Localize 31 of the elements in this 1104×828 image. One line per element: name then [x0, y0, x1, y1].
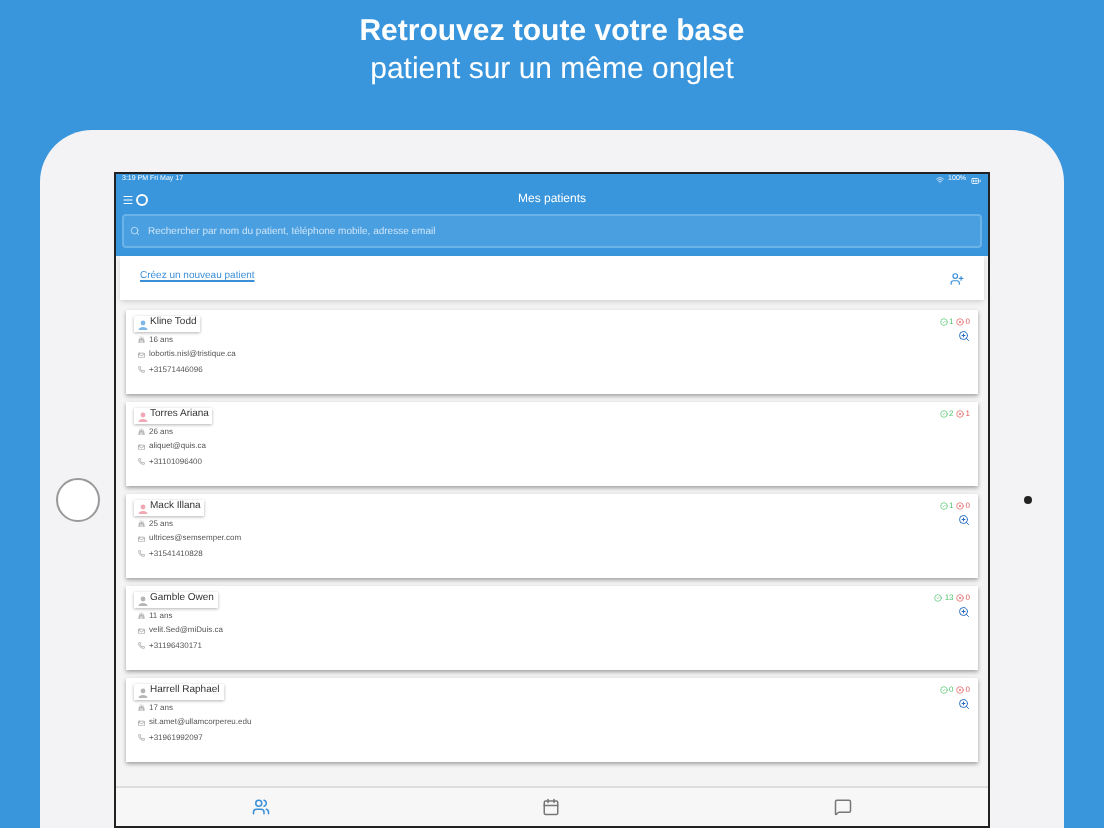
mail-icon: [138, 627, 145, 634]
avatar-icon[interactable]: [136, 194, 148, 206]
home-button-icon: [55, 478, 99, 522]
menu-icon[interactable]: [122, 194, 134, 206]
zoom-in-icon[interactable]: [958, 514, 970, 526]
zoom-in-icon[interactable]: [958, 606, 970, 618]
mail-icon: [138, 351, 145, 358]
check-circle-icon: [939, 686, 948, 694]
zoom-in-icon[interactable]: [958, 698, 970, 710]
calendar-icon[interactable]: [542, 798, 561, 816]
phone-icon: [138, 366, 145, 373]
phone-icon: [138, 642, 145, 649]
mail-icon: [138, 443, 145, 450]
check-circle-icon: [939, 410, 948, 418]
camera-icon: [1023, 496, 1031, 504]
phone-icon: [138, 458, 145, 465]
subheadline: patient sur un même onglet: [370, 50, 734, 88]
add-person-icon[interactable]: [950, 271, 964, 285]
people-icon[interactable]: [252, 798, 271, 816]
check-circle-icon: [939, 318, 948, 326]
phone-icon: [138, 734, 145, 741]
mail-icon: [138, 719, 145, 726]
battery-icon: [970, 175, 982, 185]
check-circle-icon: [939, 502, 948, 510]
search-icon: [130, 226, 140, 236]
headline: Retrouvez toute votre base: [359, 12, 745, 50]
check-circle-icon: [934, 594, 943, 602]
zoom-in-icon[interactable]: [958, 330, 970, 342]
chat-icon[interactable]: [833, 798, 852, 816]
mail-icon: [138, 535, 145, 542]
phone-icon: [138, 550, 145, 557]
